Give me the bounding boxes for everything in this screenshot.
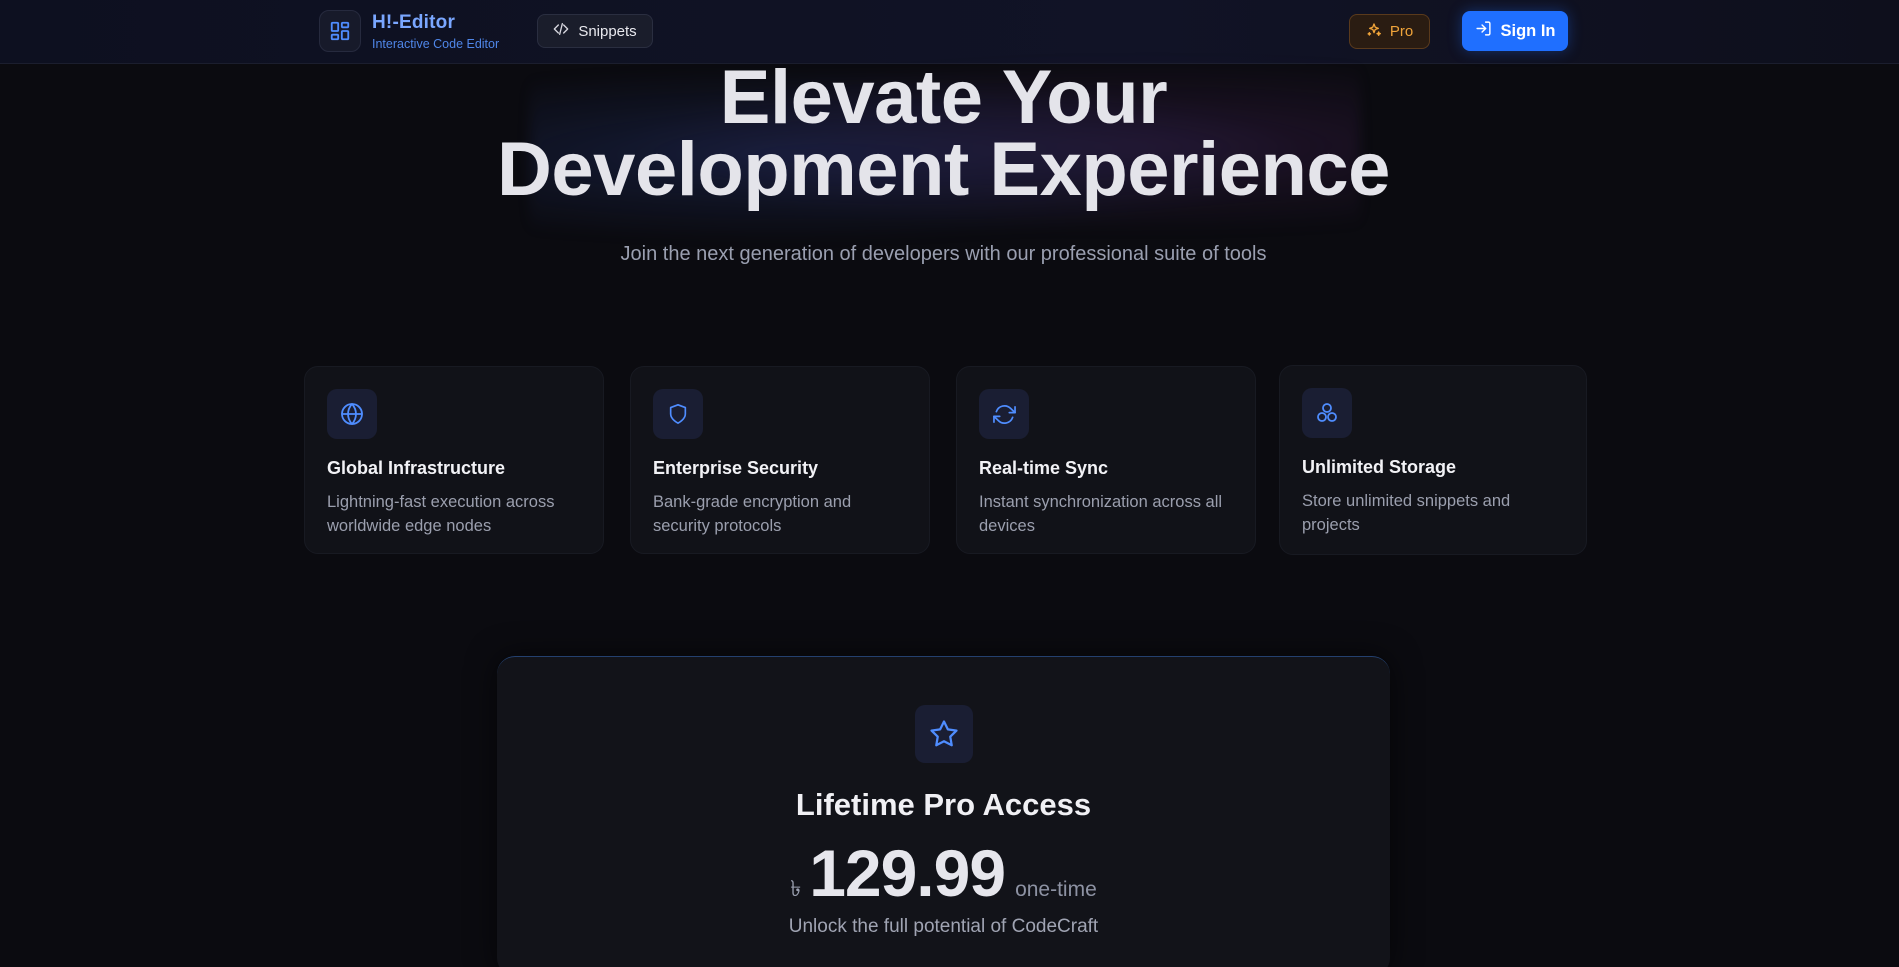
hero-subtitle: Join the next generation of developers w… [620, 243, 1267, 265]
currency-symbol: ৳ [790, 876, 802, 901]
brand-title[interactable]: H!-Editor [372, 12, 455, 34]
feature-title: Real-time Sync [979, 458, 1109, 478]
sparkles-icon [1366, 22, 1382, 42]
shield-icon [653, 389, 703, 439]
feature-description: Bank-grade encryption and security proto… [653, 493, 852, 535]
feature-description: Lightning-fast execution across worldwid… [327, 493, 555, 535]
logo-icon[interactable] [319, 10, 361, 52]
feature-title: Unlimited Storage [1302, 457, 1457, 477]
pricing-subtitle: Unlock the full potential of CodeCraft [788, 916, 1099, 937]
sign-in-button[interactable]: Sign In [1462, 11, 1568, 51]
feature-card-unlimited-storage: Unlimited Storage Store unlimited snippe… [1279, 365, 1587, 555]
hero-title-line-2: Development Experience [497, 127, 1390, 212]
brand-subtitle: Interactive Code Editor [372, 37, 500, 51]
sign-in-label: Sign In [1500, 21, 1556, 40]
feature-card-enterprise-security: Enterprise Security Bank-grade encryptio… [630, 366, 930, 554]
feature-title: Enterprise Security [653, 458, 819, 478]
boxes-icon [1302, 388, 1352, 438]
price-amount: 129.99 [809, 836, 1006, 910]
snippets-label: Snippets [578, 22, 637, 40]
pro-label: Pro [1389, 23, 1414, 40]
feature-description: Instant synchronization across all devic… [979, 493, 1223, 535]
snippets-button[interactable]: Snippets [537, 14, 653, 48]
pricing-card: Lifetime Pro Access ৳ 129.99 one-time Un… [497, 656, 1390, 967]
pro-button[interactable]: Pro [1349, 14, 1430, 49]
price-period: one-time [1015, 878, 1097, 901]
feature-card-real-time-sync: Real-time Sync Instant synchronization a… [956, 366, 1256, 554]
feature-description: Store unlimited snippets and projects [1302, 492, 1511, 534]
pricing-title: Lifetime Pro Access [795, 787, 1092, 822]
refresh-icon [979, 389, 1029, 439]
price-row: ৳ 129.99 one-time [497, 835, 1390, 911]
code-icon [553, 21, 569, 41]
star-icon [915, 705, 973, 763]
login-icon [1475, 20, 1492, 42]
feature-card-global-infrastructure: Global Infrastructure Lightning-fast exe… [304, 366, 604, 554]
feature-title: Global Infrastructure [327, 458, 506, 478]
hero-title: Elevate Your Development Experience [0, 55, 1887, 212]
hero-title-line-1: Elevate Your [719, 55, 1168, 140]
globe-icon [327, 389, 377, 439]
